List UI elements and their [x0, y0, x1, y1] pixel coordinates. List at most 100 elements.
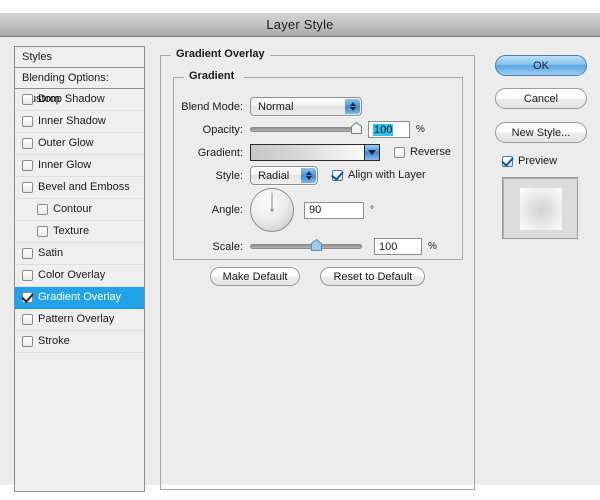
effect-label: Color Overlay — [38, 269, 106, 281]
gradient-row: Gradient: Reverse — [174, 143, 462, 162]
preview-row: Preview — [495, 155, 587, 167]
style-select[interactable]: Radial — [250, 166, 318, 185]
cancel-button[interactable]: Cancel — [495, 88, 587, 109]
reverse-label: Reverse — [410, 146, 451, 158]
effect-checkbox[interactable] — [22, 336, 33, 347]
preview-gradient-square — [520, 188, 562, 230]
angle-value: 90 — [309, 204, 322, 216]
effect-row-satin[interactable]: Satin — [15, 243, 144, 265]
chevron-down-icon[interactable] — [364, 145, 379, 160]
group-border-left — [161, 55, 171, 56]
subgroup-border-right — [244, 77, 462, 78]
effect-checkbox[interactable] — [22, 138, 33, 149]
gradient-label: Gradient: — [197, 146, 243, 159]
effect-checkbox[interactable] — [22, 314, 33, 325]
window-title: Layer Style — [266, 17, 334, 32]
effect-label: Inner Shadow — [38, 115, 106, 127]
effect-row-pattern-overlay[interactable]: Pattern Overlay — [15, 309, 144, 331]
angle-row: Angle: 90 ° — [174, 187, 462, 233]
scale-slider[interactable] — [250, 238, 362, 255]
ok-button[interactable]: OK — [495, 55, 587, 76]
gradient-legend: Gradient — [184, 70, 240, 82]
effect-checkbox[interactable] — [22, 94, 33, 105]
scale-unit: % — [428, 241, 437, 252]
effect-row-bevel-and-emboss[interactable]: Bevel and Emboss — [15, 177, 144, 199]
blending-options-row[interactable]: Blending Options: Custom — [15, 68, 144, 105]
styles-panel: Styles Blending Options: Custom Drop Sha… — [14, 46, 145, 492]
preview-thumbnail — [502, 177, 578, 239]
opacity-input[interactable]: 100 — [368, 121, 410, 138]
opacity-slider-thumb[interactable] — [351, 122, 362, 134]
effect-row-color-overlay[interactable]: Color Overlay — [15, 265, 144, 287]
align-with-layer-label: Align with Layer — [348, 169, 426, 181]
scale-label: Scale: — [212, 240, 243, 253]
effect-label: Outer Glow — [38, 137, 94, 149]
styles-header-label: Styles — [22, 51, 52, 63]
scale-slider-thumb[interactable] — [310, 239, 322, 251]
opacity-slider-track — [250, 127, 362, 132]
effects-list: Drop Shadow Inner Shadow Outer Glow Inner G… — [15, 89, 144, 353]
blend-mode-value: Normal — [258, 100, 294, 113]
angle-input[interactable]: 90 — [304, 201, 364, 219]
effect-checkbox[interactable] — [37, 226, 48, 237]
effect-row-texture[interactable]: Texture — [15, 221, 144, 243]
effect-row-contour[interactable]: Contour — [15, 199, 144, 221]
blend-mode-label: Blend Mode: — [181, 100, 243, 113]
opacity-slider[interactable] — [250, 121, 362, 138]
blend-mode-select[interactable]: Normal — [250, 97, 362, 116]
preview-checkbox[interactable] — [502, 155, 513, 167]
layer-style-dialog: Layer Style Styles Blending Options: Cus… — [0, 13, 600, 492]
effect-checkbox[interactable] — [22, 248, 33, 259]
angle-unit: ° — [370, 204, 374, 216]
style-value: Radial — [258, 169, 290, 182]
new-style-button[interactable]: New Style... — [495, 122, 587, 143]
scale-value: 100 — [379, 240, 398, 253]
blend-mode-row: Blend Mode: Normal — [174, 97, 462, 116]
effect-label: Pattern Overlay — [38, 313, 115, 325]
angle-dial-hub — [270, 208, 274, 212]
angle-dial-needle — [271, 193, 273, 210]
group-border-right — [259, 55, 474, 56]
effect-checkbox[interactable] — [22, 116, 33, 127]
effect-checkbox[interactable] — [22, 160, 33, 171]
styles-header[interactable]: Styles — [15, 47, 144, 68]
subgroup-border-left — [174, 77, 184, 78]
effect-label: Drop Shadow — [38, 93, 105, 105]
make-default-button[interactable]: Make Default — [209, 267, 301, 286]
angle-label: Angle: — [211, 204, 243, 216]
scale-row: Scale: 100 % — [174, 237, 462, 256]
default-buttons-row: Make Default Reset to Default — [161, 267, 474, 286]
effect-row-inner-shadow[interactable]: Inner Shadow — [15, 111, 144, 133]
effect-label: Inner Glow — [38, 159, 92, 171]
opacity-label: Opacity: — [202, 123, 243, 136]
effect-row-gradient-overlay[interactable]: Gradient Overlay — [15, 287, 144, 309]
reverse-checkbox[interactable] — [394, 147, 405, 158]
effect-checkbox[interactable] — [22, 270, 33, 281]
effect-checkbox[interactable] — [22, 292, 33, 303]
gradient-swatch[interactable] — [250, 144, 380, 161]
scale-slider-track — [250, 244, 362, 249]
scale-input[interactable]: 100 — [374, 238, 422, 255]
dialog-buttons-column: OK Cancel New Style... Preview — [495, 55, 587, 239]
angle-dial[interactable] — [250, 188, 294, 232]
effect-label: Satin — [38, 247, 64, 259]
gradient-overlay-legend: Gradient Overlay — [171, 48, 270, 60]
align-with-layer-checkbox[interactable] — [332, 170, 343, 181]
effect-checkbox[interactable] — [22, 182, 33, 193]
effect-row-outer-glow[interactable]: Outer Glow — [15, 133, 144, 155]
chevron-updown-icon[interactable] — [301, 168, 316, 183]
effect-row-stroke[interactable]: Stroke — [15, 331, 144, 353]
style-label: Style: — [215, 169, 243, 182]
effect-label: Texture — [53, 225, 90, 237]
gradient-overlay-group: Gradient Overlay Gradient Blend Mode: No… — [160, 48, 475, 490]
effect-checkbox[interactable] — [37, 204, 48, 215]
title-bar: Layer Style — [0, 13, 600, 37]
effect-row-inner-glow[interactable]: Inner Glow — [15, 155, 144, 177]
effect-label: Bevel and Emboss — [38, 181, 130, 193]
preview-label: Preview — [518, 155, 558, 167]
opacity-unit: % — [416, 124, 425, 135]
reset-to-default-button[interactable]: Reset to Default — [320, 267, 426, 286]
opacity-value: 100 — [373, 123, 394, 136]
chevron-updown-icon[interactable] — [345, 99, 360, 114]
effect-label: Gradient Overlay — [38, 291, 122, 303]
